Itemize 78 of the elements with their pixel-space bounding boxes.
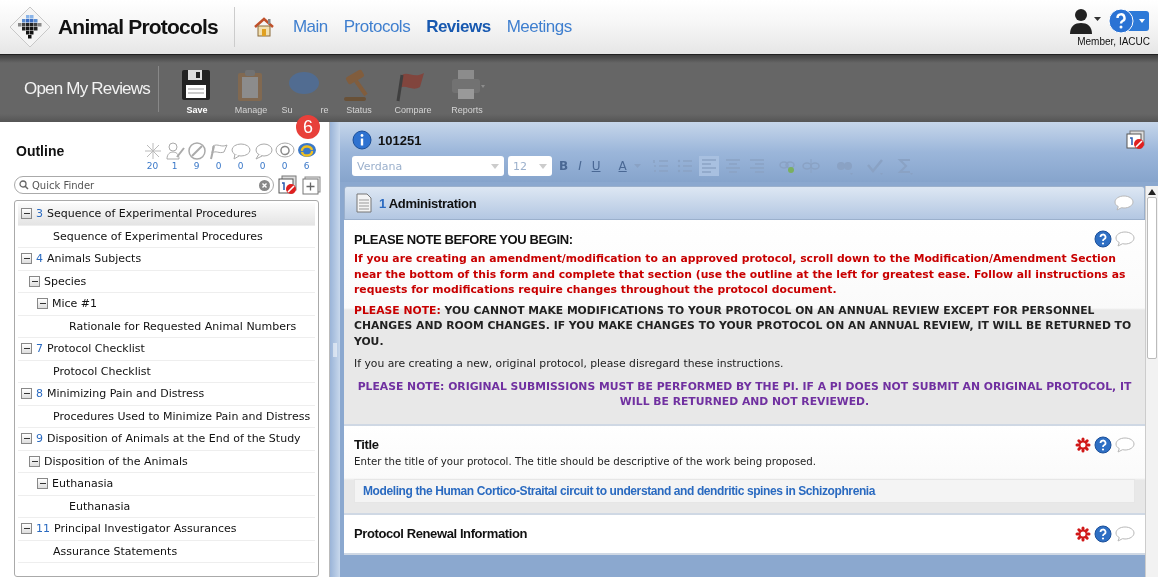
help-icon[interactable]	[1094, 524, 1112, 543]
filter-button[interactable]: 6	[296, 141, 317, 171]
question-title: Protocol Renewal Information	[354, 526, 527, 541]
filter-button[interactable]: 0	[274, 141, 295, 171]
outline-item[interactable]: 9 Disposition of Animals at the End of the Study	[18, 428, 315, 451]
filter-button[interactable]: 0	[252, 141, 273, 171]
outline-item[interactable]: Disposition of the Animals	[18, 450, 315, 473]
splitter-handle-icon[interactable]	[333, 342, 337, 357]
collapse-icon[interactable]	[37, 298, 48, 310]
section-title: 1 Administration	[379, 195, 477, 211]
filter-button[interactable]: 0	[230, 141, 251, 171]
outline-item[interactable]: Mice #1	[18, 293, 315, 316]
protocol-number: 101251	[378, 132, 422, 148]
collapse-icon[interactable]	[21, 208, 32, 220]
collapse-icon[interactable]	[37, 478, 48, 490]
notice-heading: PLEASE NOTE BEFORE YOU BEGIN:	[354, 231, 573, 247]
outline-item[interactable]: Protocol Checklist	[18, 360, 315, 383]
notice-text: PLEASE NOTE: YOU CANNOT MAKE MODIFICATIONS TO YOUR PROTOCOL ON AN ANNUAL REVIEW EXCEPT FOR PERSONNEL CHANGES AND ROOM CHANGES. IF YOU MAKE CHANGES TO YOUR PROTOCOL ON AN ANNUAL REVIEW, IT WILL BE RETURNED TO YOU.	[354, 302, 1133, 349]
format-button[interactable]: B	[556, 159, 572, 173]
format-button[interactable]: A	[615, 159, 630, 173]
collapse-icon[interactable]	[21, 433, 32, 445]
scrollbar[interactable]	[1145, 186, 1158, 577]
notification-badge: 6	[296, 115, 320, 139]
search-icon	[19, 180, 29, 190]
filter-button[interactable]: 0	[208, 141, 229, 171]
outline-item[interactable]: 8 Minimizing Pain and Distress	[18, 383, 315, 406]
scroll-up-icon[interactable]	[1148, 189, 1156, 195]
help-icon[interactable]	[1094, 230, 1112, 248]
nav-link[interactable]: Protocols	[343, 17, 411, 37]
info-icon[interactable]	[352, 130, 372, 150]
outline-item[interactable]: Species	[18, 270, 315, 293]
help-menu-icon[interactable]	[1108, 7, 1150, 34]
outline-item[interactable]: Assurance Statements	[18, 540, 315, 563]
help-icon[interactable]	[1094, 435, 1112, 454]
outline-item[interactable]: Sequence of Experimental Procedures	[18, 225, 315, 248]
hide-numbers-icon[interactable]	[1126, 130, 1146, 150]
hide-numbers-icon[interactable]	[278, 175, 298, 195]
caret-icon	[491, 163, 499, 169]
outline-item[interactable]: 3 Sequence of Experimental Procedures	[18, 203, 315, 226]
format-button[interactable]: U	[588, 159, 604, 173]
outline-title: Outline	[16, 143, 65, 159]
collapse-icon[interactable]	[21, 388, 32, 400]
toolbar-title: Open My Reviews	[0, 65, 159, 112]
document-icon	[355, 193, 373, 213]
instruction-text: If you are creating a new, original protocol, please disregard these instructions.	[354, 356, 785, 372]
outline-item[interactable]: Procedures Used to Minimize Pain and Distress	[18, 405, 315, 428]
app-title: Animal Protocols	[58, 15, 218, 39]
outline-item[interactable]: Rationale for Requested Animal Numbers	[18, 315, 315, 338]
outline-item[interactable]: Euthanasia	[18, 473, 315, 496]
collapse-icon[interactable]	[21, 523, 32, 535]
outline-item[interactable]: 7 Protocol Checklist	[18, 338, 315, 361]
collapse-icon[interactable]	[21, 253, 32, 265]
format-button[interactable]: I	[575, 159, 585, 173]
nav-link[interactable]: Reviews	[426, 17, 491, 37]
outline-item[interactable]: 4 Animals Subjects	[18, 248, 315, 271]
question-description: Enter the title of your protocol. The title should be descriptive of the work being proposed.	[354, 455, 817, 467]
search-field[interactable]: Quick Finder	[14, 176, 274, 194]
filter-button[interactable]: 1	[164, 141, 185, 171]
collapse-icon[interactable]	[29, 275, 40, 287]
home-icon[interactable]	[252, 16, 275, 38]
outline-item[interactable]: Euthanasia	[18, 495, 315, 518]
filter-button[interactable]: 20	[142, 141, 163, 171]
question-title: Title	[354, 437, 379, 452]
caret-icon	[539, 163, 547, 169]
answer-field[interactable]: Modeling the Human Cortico-Straital circuit to understand and dendritic spines in Schizophrenia	[354, 478, 1135, 503]
nav-link[interactable]: Main	[292, 17, 328, 37]
clear-icon[interactable]	[259, 179, 270, 191]
user-role: Member, IACUC	[1077, 35, 1150, 47]
collapse-icon[interactable]	[29, 455, 40, 467]
user-icon[interactable]	[1070, 7, 1102, 34]
outline-item[interactable]: 11 Principal Investigator Assurances	[18, 518, 315, 541]
logo-icon	[8, 5, 52, 49]
toolbar-button[interactable]: Save	[173, 66, 221, 115]
important-notice: PLEASE NOTE: ORIGINAL SUBMISSIONS MUST BE PERFORMED BY THE PI. IF A PI DOES NOT SUBMIT AN ORIGINAL PROTOCOL, IT WILL BE RETURNED AND NOT REVIEWED.	[356, 378, 1133, 410]
expand-all-icon[interactable]	[302, 175, 321, 195]
nav-link[interactable]: Meetings	[506, 17, 572, 37]
warning-text: If you are creating an amendment/modification to an approved protocol, scroll down to the Modification/Amendment Section near the bottom of this form and complete that section (use the outline at the left for greatest ease. Follow all instructions as requests for modifications require changes throughout the protocol document.	[354, 251, 1127, 298]
collapse-icon[interactable]	[21, 343, 32, 355]
